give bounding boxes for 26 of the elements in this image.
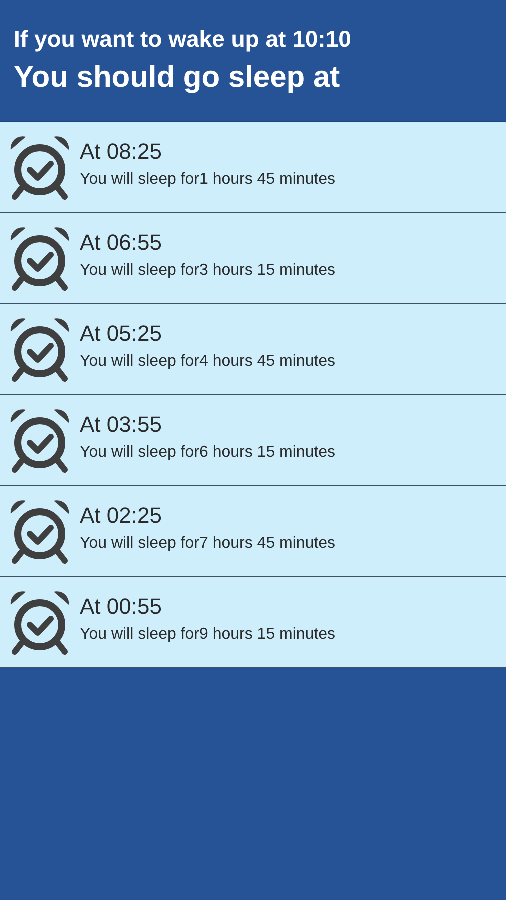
sleep-time-item[interactable]: At 00:55 You will sleep for9 hours 15 minutes <box>0 577 506 668</box>
alarm-clock-icon <box>8 225 72 291</box>
sleep-time-item[interactable]: At 08:25 You will sleep for1 hours 45 minutes <box>0 122 506 213</box>
sleep-time-item[interactable]: At 02:25 You will sleep for7 hours 45 minutes <box>0 486 506 577</box>
sleep-duration-text: You will sleep for7 hours 45 minutes <box>80 534 336 554</box>
sleep-time-item[interactable]: At 05:25 You will sleep for4 hours 45 minutes <box>0 304 506 395</box>
bedtime-text: At 00:55 <box>80 593 163 621</box>
header-title: You should go sleep at <box>14 60 342 96</box>
alarm-clock-icon <box>8 316 72 382</box>
bedtime-text: At 03:55 <box>80 411 163 439</box>
alarm-clock-icon <box>8 407 72 473</box>
bedtime-text: At 06:55 <box>80 229 163 257</box>
sleep-duration-text: You will sleep for6 hours 15 minutes <box>80 443 336 463</box>
alarm-clock-icon <box>8 134 72 200</box>
sleep-time-item[interactable]: At 06:55 You will sleep for3 hours 15 minutes <box>0 213 506 304</box>
alarm-clock-icon <box>8 498 72 564</box>
alarm-clock-icon <box>8 589 72 655</box>
bedtime-text: At 08:25 <box>80 138 163 166</box>
sleep-time-item[interactable]: At 03:55 You will sleep for6 hours 15 minutes <box>0 395 506 486</box>
sleep-duration-text: You will sleep for1 hours 45 minutes <box>80 170 336 190</box>
sleep-duration-text: You will sleep for4 hours 45 minutes <box>80 352 336 372</box>
bedtime-text: At 02:25 <box>80 502 163 530</box>
wake-up-subtitle: If you want to wake up at 10:10 <box>14 25 352 54</box>
bedtime-text: At 05:25 <box>80 320 163 348</box>
sleep-duration-text: You will sleep for3 hours 15 minutes <box>80 261 336 281</box>
sleep-duration-text: You will sleep for9 hours 15 minutes <box>80 625 336 645</box>
